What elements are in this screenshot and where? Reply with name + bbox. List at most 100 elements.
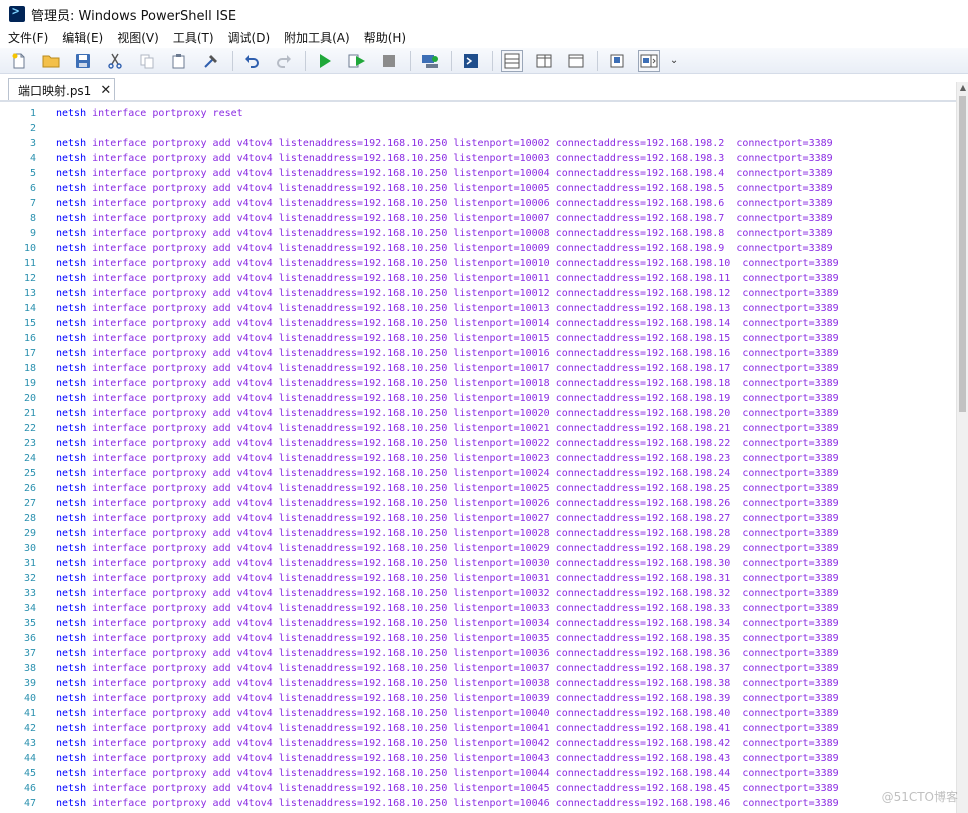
run-selection-icon[interactable] (346, 50, 368, 72)
code-line[interactable]: 40 netsh interface portproxy add v4tov4 l… (0, 691, 956, 706)
code-text: netsh interface portproxy add v4tov4 lis… (56, 346, 839, 361)
menu-edit[interactable]: 编辑(E) (55, 28, 110, 48)
code-line[interactable]: 15 netsh interface portproxy add v4tov4 l… (0, 316, 956, 331)
code-line[interactable]: 7 netsh interface portproxy add v4tov4 li… (0, 196, 956, 211)
line-number: 46 (23, 783, 36, 794)
script-tab[interactable]: 端口映射.ps1 ✕ (8, 78, 115, 101)
code-line[interactable]: 42 netsh interface portproxy add v4tov4 l… (0, 721, 956, 736)
code-line[interactable]: 43 netsh interface portproxy add v4tov4 l… (0, 736, 956, 751)
code-arguments: interface portproxy add v4tov4 listenadd… (92, 528, 839, 539)
code-arguments: interface portproxy add v4tov4 listenadd… (92, 408, 839, 419)
redo-icon[interactable] (273, 50, 295, 72)
code-line[interactable]: 13 netsh interface portproxy add v4tov4 l… (0, 286, 956, 301)
code-line[interactable]: 34 netsh interface portproxy add v4tov4 l… (0, 601, 956, 616)
code-text: netsh interface portproxy add v4tov4 lis… (56, 541, 839, 556)
code-line[interactable]: 17 netsh interface portproxy add v4tov4 l… (0, 346, 956, 361)
code-command: netsh (56, 633, 87, 644)
code-text: netsh interface portproxy add v4tov4 lis… (56, 751, 839, 766)
code-command: netsh (56, 588, 87, 599)
code-text: netsh interface portproxy add v4tov4 lis… (56, 271, 839, 286)
code-line[interactable]: 28 netsh interface portproxy add v4tov4 l… (0, 511, 956, 526)
code-line[interactable]: 10 netsh interface portproxy add v4tov4 l… (0, 241, 956, 256)
code-line[interactable]: 30 netsh interface portproxy add v4tov4 l… (0, 541, 956, 556)
toolbar-overflow-icon[interactable]: ⌄ (670, 50, 678, 72)
code-line[interactable]: 24 netsh interface portproxy add v4tov4 l… (0, 451, 956, 466)
code-arguments: interface portproxy add v4tov4 listenadd… (92, 753, 839, 764)
undo-icon[interactable] (241, 50, 263, 72)
code-line[interactable]: 12 netsh interface portproxy add v4tov4 l… (0, 271, 956, 286)
code-line[interactable]: 21 netsh interface portproxy add v4tov4 l… (0, 406, 956, 421)
scroll-up-arrow-icon[interactable]: ▲ (957, 82, 968, 94)
menu-help[interactable]: 帮助(H) (357, 28, 413, 48)
code-line[interactable]: 2 (0, 121, 956, 136)
layout-script-top-icon[interactable] (501, 49, 523, 72)
code-command: netsh (56, 798, 87, 809)
menu-add-ons[interactable]: 附加工具(A) (277, 28, 357, 48)
powershell-console-icon[interactable] (460, 50, 482, 72)
code-line[interactable]: 39 netsh interface portproxy add v4tov4 l… (0, 676, 956, 691)
code-line[interactable]: 31 netsh interface portproxy add v4tov4 l… (0, 556, 956, 571)
code-line[interactable]: 14 netsh interface portproxy add v4tov4 l… (0, 301, 956, 316)
menu-view[interactable]: 视图(V) (110, 28, 166, 48)
menu-file[interactable]: 文件(F) (0, 28, 55, 48)
line-number: 20 (23, 393, 36, 404)
code-line[interactable]: 47 netsh interface portproxy add v4tov4 l… (0, 796, 956, 811)
code-line[interactable]: 5 netsh interface portproxy add v4tov4 li… (0, 166, 956, 181)
code-line[interactable]: 44 netsh interface portproxy add v4tov4 l… (0, 751, 956, 766)
code-line[interactable]: 19 netsh interface portproxy add v4tov4 l… (0, 376, 956, 391)
line-number: 12 (23, 273, 36, 284)
stop-icon[interactable] (378, 50, 400, 72)
show-script-pane-icon[interactable] (606, 50, 628, 72)
cut-icon[interactable] (104, 50, 126, 72)
code-line[interactable]: 22 netsh interface portproxy add v4tov4 l… (0, 421, 956, 436)
menu-debug[interactable]: 调试(D) (221, 28, 278, 48)
run-script-icon[interactable] (314, 50, 336, 72)
code-line[interactable]: 1 netsh interface portproxy reset (0, 106, 956, 121)
code-line[interactable]: 6 netsh interface portproxy add v4tov4 li… (0, 181, 956, 196)
vertical-scrollbar[interactable]: ▲ (956, 82, 968, 813)
line-number: 18 (23, 363, 36, 374)
code-line[interactable]: 38 netsh interface portproxy add v4tov4 l… (0, 661, 956, 676)
remote-powershell-icon[interactable] (419, 50, 441, 72)
menu-tools[interactable]: 工具(T) (166, 28, 221, 48)
code-line[interactable]: 37 netsh interface portproxy add v4tov4 l… (0, 646, 956, 661)
scroll-thumb[interactable] (959, 96, 966, 412)
close-tab-icon[interactable]: ✕ (100, 83, 111, 98)
code-line[interactable]: 3 netsh interface portproxy add v4tov4 li… (0, 136, 956, 151)
code-line[interactable]: 23 netsh interface portproxy add v4tov4 l… (0, 436, 956, 451)
clear-console-icon[interactable] (200, 50, 222, 72)
code-line[interactable]: 33 netsh interface portproxy add v4tov4 l… (0, 586, 956, 601)
code-line[interactable]: 8 netsh interface portproxy add v4tov4 li… (0, 211, 956, 226)
line-number: 30 (23, 543, 36, 554)
code-line[interactable]: 20 netsh interface portproxy add v4tov4 l… (0, 391, 956, 406)
code-line[interactable]: 32 netsh interface portproxy add v4tov4 l… (0, 571, 956, 586)
code-line[interactable]: 35 netsh interface portproxy add v4tov4 l… (0, 616, 956, 631)
show-command-addon-icon[interactable] (638, 49, 660, 72)
code-line[interactable]: 29 netsh interface portproxy add v4tov4 l… (0, 526, 956, 541)
code-line[interactable]: 16 netsh interface portproxy add v4tov4 l… (0, 331, 956, 346)
script-editor[interactable]: 1 netsh interface portproxy reset 2 3 netsh … (0, 102, 956, 813)
code-command: netsh (56, 393, 87, 404)
code-line[interactable]: 41 netsh interface portproxy add v4tov4 l… (0, 706, 956, 721)
code-line[interactable]: 36 netsh interface portproxy add v4tov4 l… (0, 631, 956, 646)
code-line[interactable]: 45 netsh interface portproxy add v4tov4 l… (0, 766, 956, 781)
code-command: netsh (56, 558, 87, 569)
code-command: netsh (56, 663, 87, 674)
code-line[interactable]: 25 netsh interface portproxy add v4tov4 l… (0, 466, 956, 481)
layout-script-right-icon[interactable] (533, 50, 555, 72)
line-number: 26 (23, 483, 36, 494)
code-line[interactable]: 4 netsh interface portproxy add v4tov4 li… (0, 151, 956, 166)
save-icon[interactable] (72, 50, 94, 72)
layout-script-maximized-icon[interactable] (565, 50, 587, 72)
code-line[interactable]: 9 netsh interface portproxy add v4tov4 li… (0, 226, 956, 241)
copy-icon[interactable] (136, 50, 158, 72)
code-line[interactable]: 11 netsh interface portproxy add v4tov4 l… (0, 256, 956, 271)
code-line[interactable]: 26 netsh interface portproxy add v4tov4 l… (0, 481, 956, 496)
paste-icon[interactable] (168, 50, 190, 72)
code-line[interactable]: 27 netsh interface portproxy add v4tov4 l… (0, 496, 956, 511)
code-command: netsh (56, 513, 87, 524)
open-folder-icon[interactable] (40, 50, 62, 72)
code-line[interactable]: 18 netsh interface portproxy add v4tov4 l… (0, 361, 956, 376)
new-file-icon[interactable] (8, 50, 30, 72)
code-line[interactable]: 46 netsh interface portproxy add v4tov4 l… (0, 781, 956, 796)
